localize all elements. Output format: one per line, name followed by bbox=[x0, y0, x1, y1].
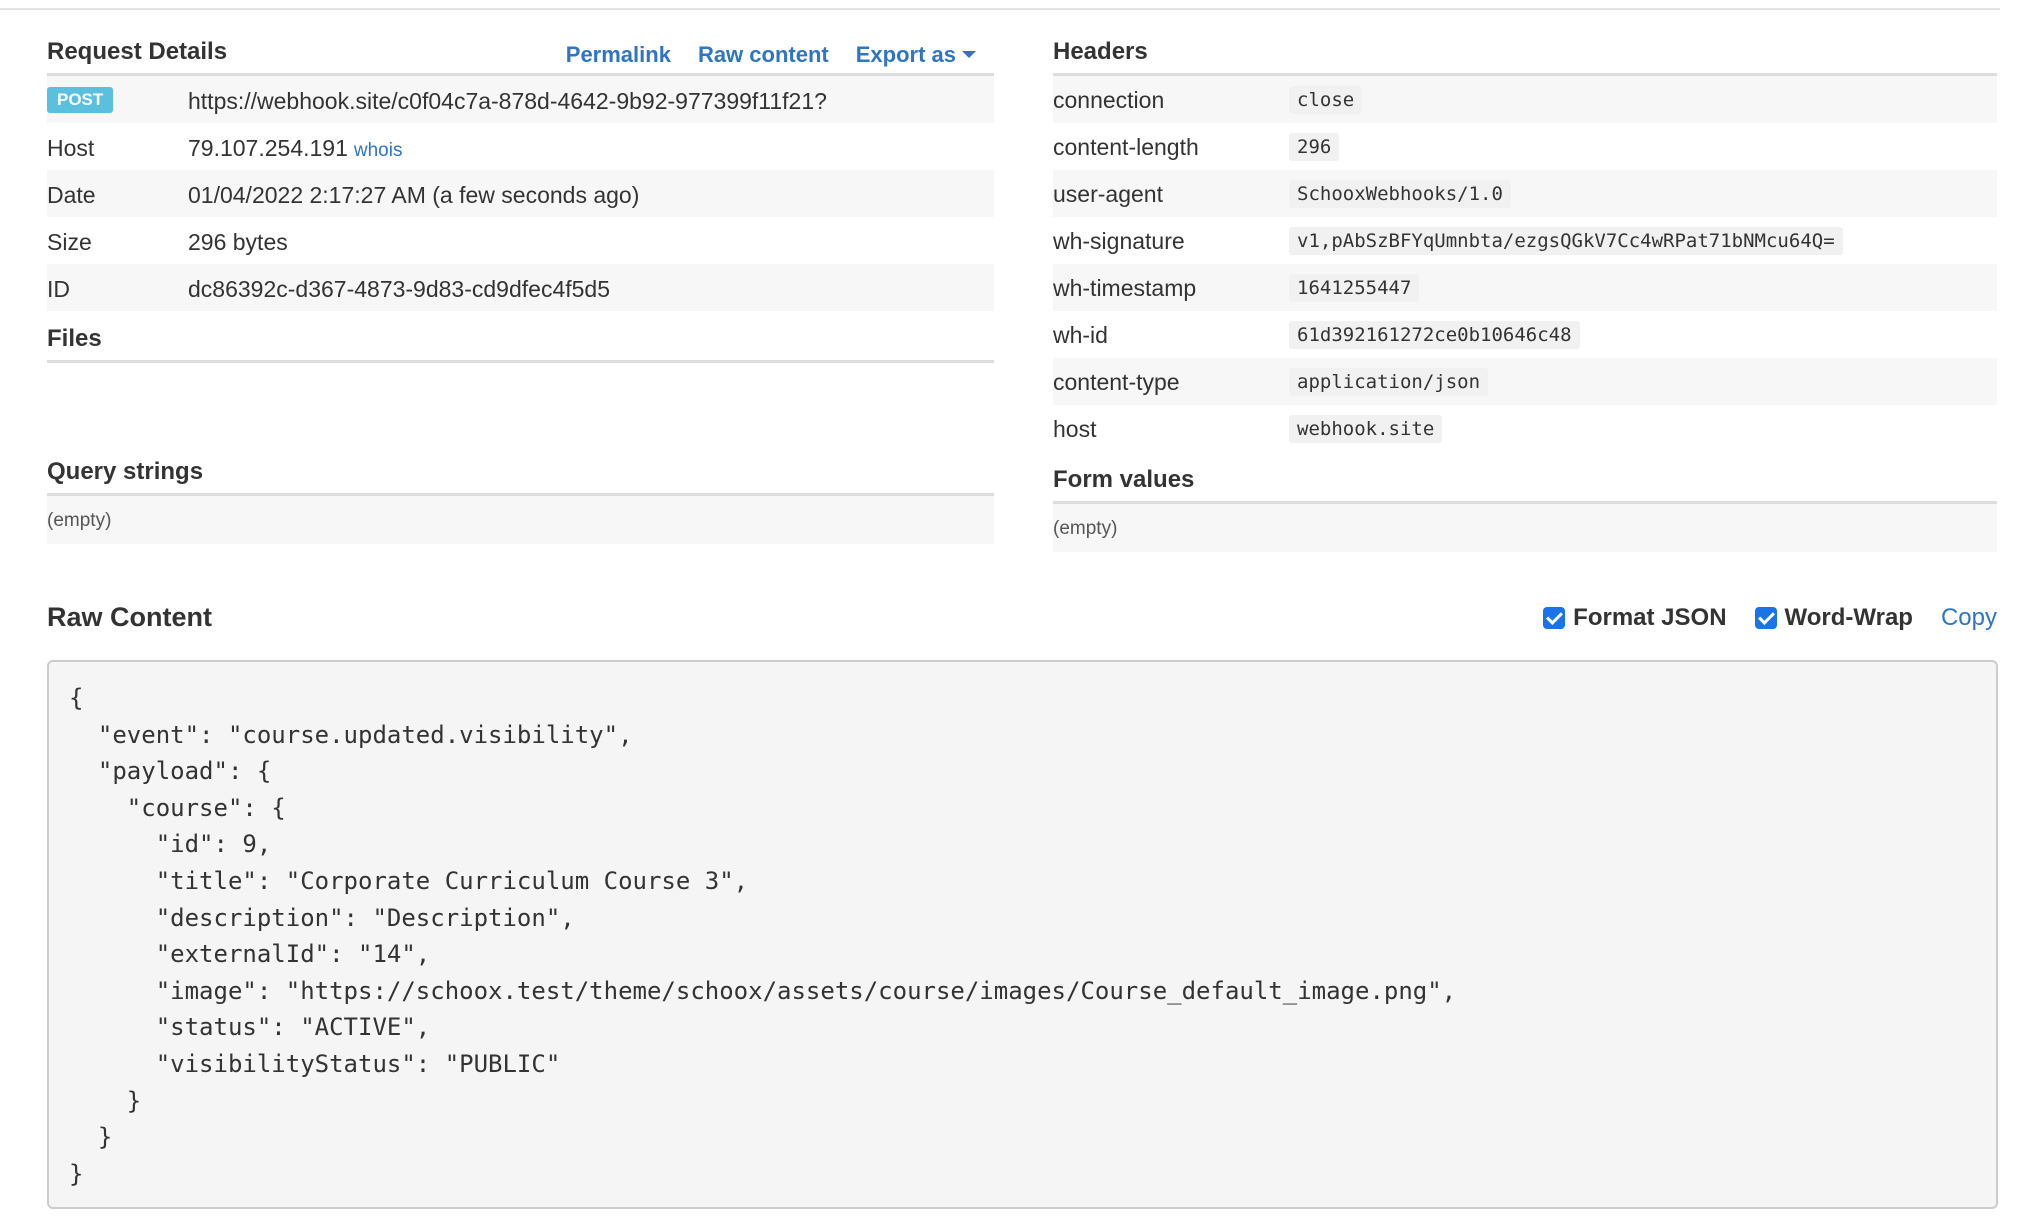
header-value: 1641255447 bbox=[1289, 274, 1420, 302]
query-strings-header: Query strings bbox=[47, 454, 994, 496]
id-value: dc86392c-d367-4873-9d83-cd9dfec4f5d5 bbox=[188, 276, 610, 302]
headers-header: Headers bbox=[1053, 34, 1997, 76]
checkbox-checked-icon bbox=[1754, 607, 1777, 629]
header-value-wrap: 61d392161272ce0b10646c48 bbox=[1289, 320, 1580, 349]
header-row: wh-timestamp 1641255447 bbox=[1053, 264, 1997, 311]
header-row: host webhook.site bbox=[1053, 405, 1997, 452]
files-header: Files bbox=[47, 321, 994, 363]
export-as-dropdown[interactable]: Export as bbox=[856, 42, 976, 68]
copy-button[interactable]: Copy bbox=[1941, 604, 1997, 632]
raw-content-controls: Format JSON Word-Wrap Copy bbox=[1543, 604, 1997, 632]
format-json-checkbox[interactable]: Format JSON bbox=[1543, 604, 1727, 632]
header-value: application/json bbox=[1289, 368, 1489, 396]
files-title: Files bbox=[47, 325, 102, 352]
header-row: content-length 296 bbox=[1053, 123, 1997, 170]
header-value-wrap: 296 bbox=[1289, 132, 1340, 161]
permalink-link[interactable]: Permalink bbox=[566, 42, 671, 68]
header-key: wh-timestamp bbox=[1053, 275, 1197, 301]
request-details-panel: Request Details Permalink Raw content Ex… bbox=[47, 34, 994, 544]
date-row: Date 01/04/2022 2:17:27 AM (a few second… bbox=[47, 170, 994, 217]
date-label: Date bbox=[47, 182, 96, 208]
size-value: 296 bytes bbox=[188, 229, 288, 255]
request-details-header: Request Details Permalink Raw content Ex… bbox=[47, 34, 994, 76]
id-row: ID dc86392c-d367-4873-9d83-cd9dfec4f5d5 bbox=[47, 264, 994, 311]
header-value-wrap: v1,pAbSzBFYqUmnbta/ezgsQGkV7Cc4wRPat71bN… bbox=[1289, 226, 1843, 255]
header-key: wh-signature bbox=[1053, 228, 1185, 254]
method-badge: POST bbox=[47, 87, 114, 113]
caret-down-icon bbox=[962, 50, 976, 58]
date-value: 01/04/2022 2:17:27 AM (a few seconds ago… bbox=[188, 182, 640, 208]
header-row: connection close bbox=[1053, 76, 1997, 123]
request-url-link[interactable]: https://webhook.site/c0f04c7a-878d-4642-… bbox=[188, 88, 827, 115]
form-values-header: Form values bbox=[1053, 462, 1997, 504]
header-value: 61d392161272ce0b10646c48 bbox=[1289, 321, 1580, 349]
form-values-empty-row: (empty) bbox=[1053, 504, 1997, 552]
header-row: wh-signature v1,pAbSzBFYqUmnbta/ezgsQGkV… bbox=[1053, 217, 1997, 264]
query-strings-empty: (empty) bbox=[47, 510, 112, 531]
header-value: webhook.site bbox=[1289, 415, 1443, 443]
header-value-wrap: application/json bbox=[1289, 367, 1489, 396]
size-label: Size bbox=[47, 229, 92, 255]
header-value-wrap: close bbox=[1289, 85, 1363, 114]
raw-content-box[interactable]: { "event": "course.updated.visibility", … bbox=[47, 660, 1998, 1209]
query-strings-empty-row: (empty) bbox=[47, 496, 994, 544]
header-value-wrap: webhook.site bbox=[1289, 414, 1443, 443]
format-json-label: Format JSON bbox=[1573, 604, 1727, 631]
query-strings-title: Query strings bbox=[47, 458, 204, 485]
checkbox-checked-icon bbox=[1543, 607, 1566, 629]
size-row: Size 296 bytes bbox=[47, 217, 994, 264]
header-key: user-agent bbox=[1053, 181, 1163, 207]
form-values-empty: (empty) bbox=[1053, 518, 1118, 539]
host-value: 79.107.254.191 bbox=[188, 135, 348, 161]
headers-panel: Headers connection close content-length … bbox=[1053, 34, 1997, 552]
header-value: close bbox=[1289, 86, 1363, 114]
header-key: content-length bbox=[1053, 134, 1199, 160]
request-url-row: POST https://webhook.site/c0f04c7a-878d-… bbox=[47, 76, 994, 123]
header-value: 296 bbox=[1289, 133, 1340, 161]
header-value: SchooxWebhooks/1.0 bbox=[1289, 180, 1511, 208]
header-row: user-agent SchooxWebhooks/1.0 bbox=[1053, 170, 1997, 217]
headers-title: Headers bbox=[1053, 38, 1148, 65]
top-divider bbox=[0, 8, 2000, 10]
header-key: host bbox=[1053, 416, 1097, 442]
whois-link[interactable]: whois bbox=[354, 140, 403, 161]
raw-content-code: { "event": "course.updated.visibility", … bbox=[69, 684, 1457, 1188]
host-row: Host 79.107.254.191 whois bbox=[47, 123, 994, 170]
export-as-label: Export as bbox=[855, 42, 956, 67]
header-key: content-type bbox=[1053, 369, 1180, 395]
header-value-wrap: SchooxWebhooks/1.0 bbox=[1289, 179, 1511, 208]
header-value-wrap: 1641255447 bbox=[1289, 273, 1420, 302]
request-details-title: Request Details bbox=[47, 38, 228, 65]
host-label: Host bbox=[47, 135, 95, 161]
header-value: v1,pAbSzBFYqUmnbta/ezgsQGkV7Cc4wRPat71bN… bbox=[1289, 227, 1843, 255]
word-wrap-label: Word-Wrap bbox=[1784, 604, 1913, 631]
header-key: connection bbox=[1053, 87, 1165, 113]
host-value-wrap: 79.107.254.191 whois bbox=[188, 135, 402, 162]
header-row: wh-id 61d392161272ce0b10646c48 bbox=[1053, 311, 1997, 358]
raw-content-link[interactable]: Raw content bbox=[698, 42, 829, 68]
request-actions: Permalink Raw content Export as bbox=[566, 42, 976, 68]
form-values-title: Form values bbox=[1053, 466, 1195, 493]
raw-content-title: Raw Content bbox=[47, 602, 212, 632]
word-wrap-checkbox[interactable]: Word-Wrap bbox=[1754, 604, 1913, 632]
header-row: content-type application/json bbox=[1053, 358, 1997, 405]
id-label: ID bbox=[47, 276, 70, 302]
header-key: wh-id bbox=[1053, 322, 1108, 348]
